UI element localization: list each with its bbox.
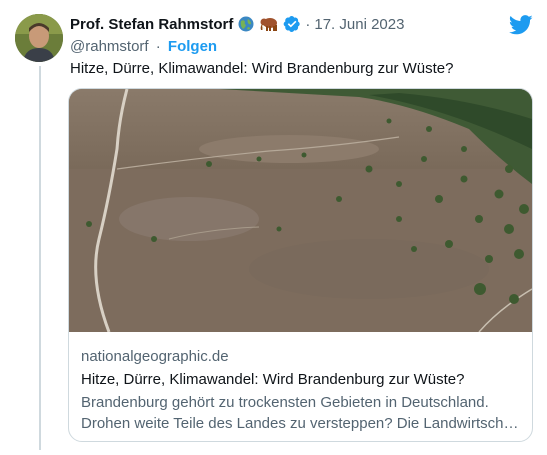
mammoth-icon	[259, 16, 279, 32]
link-card[interactable]: nationalgeographic.de Hitze, Dürre, Klim…	[68, 88, 533, 442]
author-handle[interactable]: @rahmstorf	[70, 38, 149, 55]
globe-icon	[238, 16, 254, 32]
tweet-date[interactable]: 17. Juni 2023	[314, 16, 404, 33]
twitter-bird-icon[interactable]	[508, 15, 533, 40]
verified-badge-icon	[283, 15, 301, 33]
tweet-header: Prof. Stefan Rahmstorf · 17. Juni 2023	[70, 14, 537, 34]
card-description-line: Brandenburg gehört zu trockensten Gebiet…	[81, 394, 489, 411]
author-name[interactable]: Prof. Stefan Rahmstorf	[70, 16, 233, 33]
card-domain: nationalgeographic.de	[81, 348, 229, 365]
handle-row: @rahmstorf · Folgen	[70, 38, 217, 55]
avatar[interactable]	[15, 14, 63, 62]
card-description: Brandenburg gehört zu trockensten Gebiet…	[81, 392, 521, 434]
card-title[interactable]: Hitze, Dürre, Klimawandel: Wird Brandenb…	[81, 371, 464, 388]
follow-button[interactable]: Folgen	[168, 38, 217, 55]
separator-dot: ·	[305, 15, 311, 33]
tweet-text: Hitze, Dürre, Klimawandel: Wird Brandenb…	[70, 60, 454, 77]
card-image[interactable]	[69, 89, 532, 333]
card-description-line: Drohen weite Teile des Landes zu verstep…	[81, 415, 521, 432]
thread-line	[39, 66, 41, 450]
separator-dot: ·	[155, 38, 161, 55]
